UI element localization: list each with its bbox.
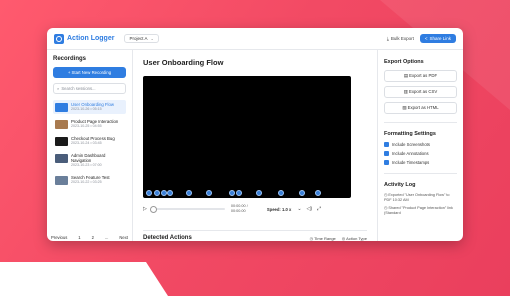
total-time: 00:00.00 (230, 209, 246, 213)
session-meta: 2023-10-26 • 05:15 (71, 107, 102, 111)
share-icon: < (424, 36, 428, 41)
main-panel: User Onboarding Flow ▷ 00:00.00 / 00:00.… (133, 50, 377, 241)
action-marker[interactable] (236, 190, 242, 196)
session-item[interactable]: Search Feature Test 2023-10-22 • 03:25 (53, 173, 126, 187)
page-1-button[interactable]: 1 (78, 235, 80, 240)
include-screenshots-label: Include Screenshots (392, 142, 430, 147)
time-range-label: Time Range (314, 235, 336, 241)
include-annotations-label: Include Annotations (392, 151, 429, 156)
action-type-filter[interactable]: ◎ Action Type (342, 236, 367, 241)
session-item[interactable]: Admin Dashboard Navigation 2023-10-23 • 0… (53, 151, 126, 170)
search-placeholder: Search sessions... (61, 86, 96, 91)
action-marker[interactable] (299, 190, 305, 196)
next-page-button[interactable]: Next (119, 235, 128, 240)
right-panel: Export Options ▤ Export as PDF ▥ Export … (377, 50, 463, 241)
export-html-label: Export as HTML (407, 105, 439, 110)
logo[interactable]: Action Logger (54, 33, 115, 44)
action-marker[interactable] (229, 190, 235, 196)
share-link-button[interactable]: < Share Link (419, 34, 456, 43)
log-entry-1: Exported "User Onboarding Flow" to PDF 1… (384, 193, 450, 202)
action-marker[interactable] (154, 190, 160, 196)
project-name: Project A (129, 36, 148, 41)
action-marker[interactable] (256, 190, 262, 196)
play-icon[interactable]: ▷ (143, 206, 147, 212)
search-input[interactable]: ⌕ Search sessions... (53, 83, 126, 94)
checkbox-checked-icon (384, 142, 389, 147)
export-csv-label: Export as CSV (409, 89, 438, 94)
session-item[interactable]: Checkout Process Bug 2023-10-24 • 03:45 (53, 134, 126, 148)
bulk-export-label: Bulk Export (390, 36, 414, 41)
start-new-recording-button[interactable]: + Start New Recording (53, 67, 126, 78)
export-csv-button[interactable]: ▥ Export as CSV (384, 86, 457, 98)
session-thumbnail (55, 176, 68, 185)
action-marker[interactable] (186, 190, 192, 196)
action-marker[interactable] (315, 190, 321, 196)
action-marker[interactable] (278, 190, 284, 196)
activity-log-item: ◷ Shared "Product Page Interaction" link… (384, 206, 457, 216)
log-entry-2: Shared "Product Page Interaction" link (… (384, 206, 453, 215)
activity-log-item: ◷ Exported "User Onboarding Flow" to PDF… (384, 193, 457, 203)
speed-selector[interactable]: Speed: 1.0 x (267, 207, 291, 212)
share-link-label: Share Link (429, 36, 451, 41)
playback-controls: ▷ 00:00.00 / 00:00.00 Speed: 1.0 x ⌄ ◁) … (143, 203, 367, 215)
session-meta: 2023-10-22 • 03:25 (71, 180, 102, 184)
app-name: Action Logger (67, 35, 115, 42)
export-pdf-label: Export as PDF (409, 73, 438, 78)
sidebar: Recordings + Start New Recording ⌕ Searc… (47, 50, 133, 241)
session-meta: 2023-10-24 • 03:45 (71, 141, 102, 145)
timeline-scrubber[interactable] (149, 206, 225, 213)
checkbox-checked-icon (384, 151, 389, 156)
session-item[interactable]: Product Page Interaction 2023-10-25 • 04:… (53, 117, 126, 131)
video-player[interactable] (143, 76, 351, 198)
include-timestamps-checkbox[interactable]: Include Timestamps (384, 160, 457, 165)
activity-log-title: Activity Log (384, 182, 416, 188)
action-marker[interactable] (206, 190, 212, 196)
session-thumbnail (55, 154, 68, 163)
previous-page-button[interactable]: Previous (51, 235, 67, 240)
session-meta: 2023-10-25 • 04:55 (71, 124, 102, 128)
action-type-label: Action Type (346, 235, 367, 241)
recording-title: User Onboarding Flow (143, 58, 224, 67)
export-options-title: Export Options (384, 59, 424, 65)
page-2-button[interactable]: 2 (92, 235, 94, 240)
bulk-export-button[interactable]: ⤓ Bulk Export (387, 36, 414, 41)
sidebar-title: Recordings (53, 56, 87, 62)
app-window: Action Logger Project A ⌄ ⤓ Bulk Export … (47, 28, 463, 241)
export-pdf-button[interactable]: ▤ Export as PDF (384, 70, 457, 82)
session-meta: 2023-10-23 • 07:00 (71, 163, 102, 167)
time-readout: 00:00.00 / 00:00.00 (231, 204, 259, 214)
chevron-down-icon: ⌄ (150, 36, 154, 41)
export-html-button[interactable]: ▧ Export as HTML (384, 102, 457, 114)
session-title: Admin Dashboard Navigation (71, 153, 106, 163)
divider (384, 122, 457, 123)
session-item[interactable]: User Onboarding Flow 2023-10-26 • 05:15 (53, 100, 126, 114)
session-thumbnail (55, 137, 68, 146)
search-icon: ⌕ (57, 86, 60, 91)
action-marker[interactable] (167, 190, 173, 196)
logo-icon (54, 33, 64, 44)
time-range-filter[interactable]: ◷ Time Range (310, 236, 336, 241)
chevron-down-icon[interactable]: ⌄ (297, 206, 301, 212)
download-icon: ⤓ (386, 36, 389, 41)
detected-actions-title: Detected Actions (143, 235, 192, 241)
include-annotations-checkbox[interactable]: Include Annotations (384, 151, 457, 156)
fullscreen-icon[interactable]: ⤢ (317, 206, 321, 212)
action-marker[interactable] (146, 190, 152, 196)
project-selector[interactable]: Project A ⌄ (124, 34, 159, 43)
top-bar: Action Logger Project A ⌄ ⤓ Bulk Export … (47, 28, 463, 50)
divider (384, 173, 457, 174)
session-thumbnail (55, 120, 68, 129)
volume-icon[interactable]: ◁) (307, 206, 313, 212)
checkbox-checked-icon (384, 160, 389, 165)
session-list: User Onboarding Flow 2023-10-26 • 05:15 Pr… (53, 100, 126, 187)
pagination: Previous 1 2 ... Next (51, 235, 128, 240)
page-ellipsis: ... (104, 235, 109, 240)
include-timestamps-label: Include Timestamps (392, 160, 430, 165)
session-thumbnail (55, 103, 68, 112)
formatting-settings-title: Formatting Settings (384, 131, 436, 137)
include-screenshots-checkbox[interactable]: Include Screenshots (384, 142, 457, 147)
detected-actions-header: Detected Actions ◷ Time Range ◎ Action T… (143, 230, 367, 241)
